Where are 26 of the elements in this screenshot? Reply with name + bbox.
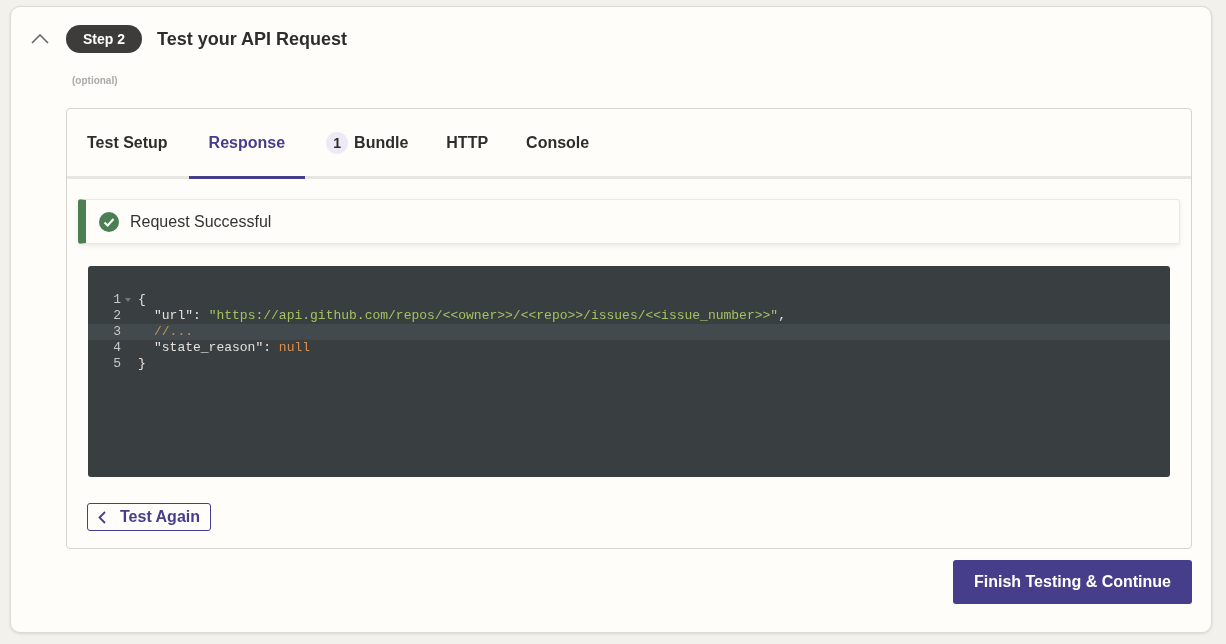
- tab[interactable]: HTTP: [429, 109, 506, 179]
- line-number: 2: [113, 308, 121, 323]
- code-line: "url": "https://api.github.com/repos/<<owner>>/<<repo>>/issues/<<issue_number>>",: [153, 308, 786, 324]
- chevron-left-icon: [98, 510, 106, 524]
- code-line: {: [137, 292, 146, 308]
- line-number: 1: [113, 292, 121, 307]
- tab[interactable]: 1 Bundle: [309, 109, 426, 179]
- alert-message: Request Successful: [130, 212, 272, 231]
- step-title: Test your API Request: [157, 28, 348, 50]
- tab[interactable]: Console: [509, 109, 607, 179]
- optional-note: (optional): [72, 75, 119, 88]
- count-badge: 1: [326, 131, 349, 154]
- chevron-up-icon[interactable]: [31, 34, 49, 44]
- tab[interactable]: Response: [188, 109, 306, 179]
- tab[interactable]: Test Setup: [70, 109, 185, 179]
- code-line: //...: [153, 324, 193, 340]
- code-line: }: [137, 356, 146, 372]
- line-number: 5: [113, 356, 121, 371]
- code-line: "state_reason": null: [153, 340, 311, 356]
- test-again-button[interactable]: Test Again: [87, 503, 211, 531]
- fold-arrow-icon[interactable]: [125, 298, 131, 302]
- step-badge: Step 2: [66, 25, 142, 53]
- check-circle-icon: [99, 211, 119, 232]
- finish-testing-button[interactable]: Finish Testing & Continue: [952, 560, 1192, 604]
- line-number: 3: [113, 324, 121, 339]
- line-number: 4: [113, 340, 121, 355]
